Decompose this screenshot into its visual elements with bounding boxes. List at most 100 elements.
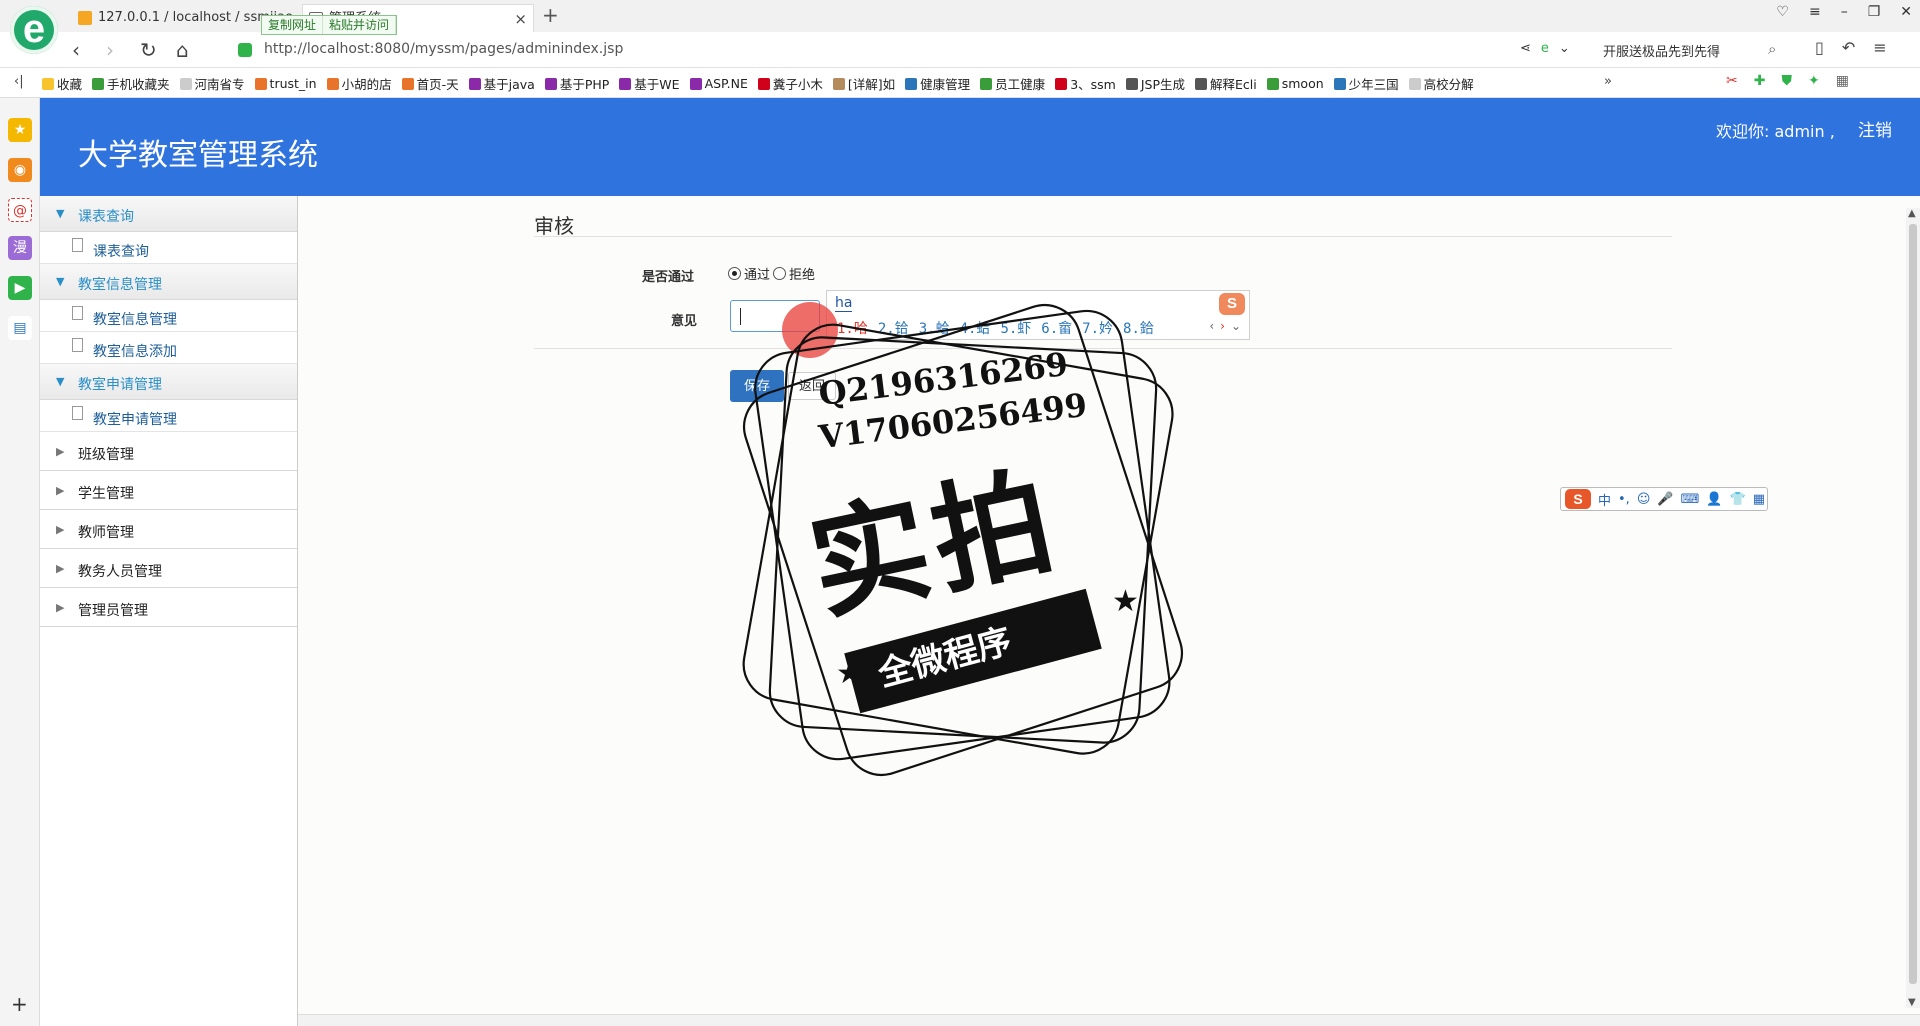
sidebar-item-schedule-query[interactable]: 课表查询 <box>40 232 297 264</box>
bookmark-item[interactable]: 河南省专 <box>179 74 245 93</box>
paste-go-button[interactable]: 粘贴并访问 <box>323 16 397 34</box>
document-icon[interactable]: ▤ <box>8 316 32 340</box>
restore-icon[interactable]: ❐ <box>1868 4 1881 20</box>
ime-candidate[interactable]: 2.铪 <box>878 318 909 338</box>
ime-candidate[interactable]: 8.鉿 <box>1123 318 1154 338</box>
bookmark-item[interactable]: 健康管理 <box>905 74 970 93</box>
bookmarks-more-icon[interactable]: » <box>1604 74 1612 89</box>
sidebar-item-classroom-add[interactable]: 教室信息添加 <box>40 332 297 364</box>
refresh-icon[interactable]: ↻ <box>140 38 157 62</box>
sidebar-group-academic-staff[interactable]: ▶ 教务人员管理 <box>40 549 297 588</box>
microphone-icon[interactable]: 🎤 <box>1657 492 1673 507</box>
url-field[interactable]: http://localhost:8080/myssm/pages/admini… <box>232 36 1522 64</box>
bookmark-item[interactable]: 少年三国 <box>1333 74 1399 93</box>
bookmark-item[interactable]: trust_in <box>254 74 317 93</box>
bookmark-item[interactable]: 基于WE <box>619 74 680 93</box>
sidebar-group-admin[interactable]: ▶ 管理员管理 <box>40 588 297 627</box>
search-hint-text[interactable]: 开服送极品先到先得 <box>1603 41 1720 60</box>
bookmark-item[interactable]: 3、ssm <box>1055 74 1116 93</box>
ime-candidate[interactable]: 3.蛤 <box>919 318 950 338</box>
back-icon[interactable]: ‹ <box>72 38 80 62</box>
save-button[interactable]: 保存 <box>730 370 784 402</box>
keyboard-icon[interactable]: ⌨ <box>1681 492 1700 507</box>
forward-icon[interactable]: › <box>106 38 114 62</box>
apps-grid-icon[interactable]: ▦ <box>1836 73 1849 89</box>
user-icon[interactable]: 👤 <box>1706 492 1722 507</box>
ime-candidate[interactable]: 1.哈 <box>837 318 868 338</box>
sidebar-item-classroom-apply-manage[interactable]: 教室申请管理 <box>40 400 297 432</box>
bookmark-item[interactable]: 解释Ecli <box>1195 74 1257 93</box>
menu-icon[interactable]: ≡ <box>1809 4 1821 20</box>
favorites-star-icon[interactable]: ★ <box>8 118 32 142</box>
ime-mode-toggle[interactable]: 中 <box>1598 490 1611 509</box>
skin-icon[interactable]: ♡ <box>1776 4 1789 20</box>
ime-punct-toggle[interactable]: •, <box>1618 492 1630 507</box>
comic-icon[interactable]: 漫 <box>8 236 32 260</box>
bookmark-item[interactable]: 糞子小木 <box>757 74 823 93</box>
radio-reject-label[interactable]: 拒绝 <box>789 264 815 283</box>
weibo-icon[interactable]: ◉ <box>8 158 32 182</box>
search-icon[interactable]: ⌕ <box>1768 40 1776 58</box>
undo-icon[interactable]: ↶ <box>1842 38 1855 57</box>
chevron-down-icon[interactable]: ⌄ <box>1559 41 1570 56</box>
bookmark-item[interactable]: 手机收藏夹 <box>92 74 170 93</box>
ime-candidate[interactable]: 7.妗 <box>1082 318 1113 338</box>
email-icon[interactable]: @ <box>8 198 32 222</box>
page-scrollbar[interactable]: ▲ ▼ <box>1906 208 1920 1008</box>
home-icon[interactable]: ⌂ <box>176 38 189 62</box>
scroll-thumb[interactable] <box>1909 224 1917 984</box>
browser-logo-icon[interactable]: e <box>10 6 58 54</box>
skin-shirt-icon[interactable]: 👕 <box>1730 492 1746 507</box>
bookmarks-collapse-icon[interactable]: ‹| <box>14 74 24 89</box>
bookmark-item[interactable]: smoon <box>1266 74 1324 93</box>
toolbox-grid-icon[interactable]: ▦ <box>1753 492 1765 507</box>
sidebar-item-classroom-manage[interactable]: 教室信息管理 <box>40 300 297 332</box>
bookmark-item[interactable]: 高校分解 <box>1408 74 1474 93</box>
bookmark-item[interactable]: ASP.NE <box>689 74 748 93</box>
sidebar-group-classroom-apply[interactable]: ▼ 教室申请管理 <box>40 364 297 400</box>
bookmark-item[interactable]: 小胡的店 <box>326 74 392 93</box>
bookmark-item[interactable]: 员工健康 <box>980 74 1045 93</box>
ime-candidate[interactable]: 6.畲 <box>1041 318 1072 338</box>
close-tab-icon[interactable]: × <box>514 5 527 32</box>
radio-reject[interactable] <box>773 267 787 280</box>
close-window-icon[interactable]: ✕ <box>1900 4 1912 20</box>
minimize-icon[interactable]: – <box>1841 4 1848 20</box>
bookmark-item[interactable]: [详解]如 <box>832 74 895 93</box>
ime-next-icon[interactable]: › <box>1220 319 1225 333</box>
scroll-down-icon[interactable]: ▼ <box>1908 997 1916 1008</box>
more-menu-icon[interactable]: ≡ <box>1873 38 1886 57</box>
bookmark-item[interactable]: 首页-天 <box>401 74 459 93</box>
bookmark-item[interactable]: 收藏 <box>42 74 82 93</box>
scissors-icon[interactable]: ✂ <box>1726 73 1738 89</box>
sidebar-group-student[interactable]: ▶ 学生管理 <box>40 471 297 510</box>
copy-url-button[interactable]: 复制网址 <box>262 16 324 34</box>
bookmark-item[interactable]: JSP生成 <box>1125 74 1185 93</box>
bookmark-item[interactable]: 基于PHP <box>544 74 609 93</box>
scroll-up-icon[interactable]: ▲ <box>1908 208 1916 219</box>
new-tab-icon[interactable]: + <box>542 3 559 27</box>
ime-candidate[interactable]: 5.虾 <box>1000 318 1031 338</box>
sidebar-group-schedule[interactable]: ▼ 课表查询 <box>40 196 297 232</box>
back-button[interactable]: 返回 <box>788 372 836 400</box>
shield-icon[interactable]: ⛊ <box>1781 73 1792 89</box>
gamepad-icon[interactable]: ✦ <box>1808 73 1820 89</box>
mobile-icon[interactable]: ▯ <box>1815 38 1824 57</box>
ime-candidate[interactable]: 4.蛤 <box>960 318 991 338</box>
add-sidebar-icon[interactable]: + <box>11 992 28 1016</box>
logout-link[interactable]: 注销 <box>1858 116 1892 141</box>
bookmark-item[interactable]: 基于java <box>468 74 535 93</box>
sidebar-group-teacher[interactable]: ▶ 教师管理 <box>40 510 297 549</box>
url-text[interactable]: http://localhost:8080/myssm/pages/admini… <box>264 41 623 57</box>
sogou-toolbar-logo-icon[interactable]: S <box>1565 489 1591 509</box>
share-icon[interactable]: ⋖ <box>1520 41 1531 56</box>
radio-pass-label[interactable]: 通过 <box>744 264 770 283</box>
ime-expand-icon[interactable]: ⌄ <box>1231 319 1241 333</box>
sidebar-group-class[interactable]: ▶ 班级管理 <box>40 432 297 471</box>
translate-icon[interactable]: ✚ <box>1754 73 1766 89</box>
video-icon[interactable]: ▶ <box>8 276 32 300</box>
radio-pass[interactable] <box>728 267 741 280</box>
emoji-icon[interactable]: ☺ <box>1637 492 1651 507</box>
ime-prev-icon[interactable]: ‹ <box>1209 319 1214 333</box>
sidebar-group-classroom-info[interactable]: ▼ 教室信息管理 <box>40 264 297 300</box>
